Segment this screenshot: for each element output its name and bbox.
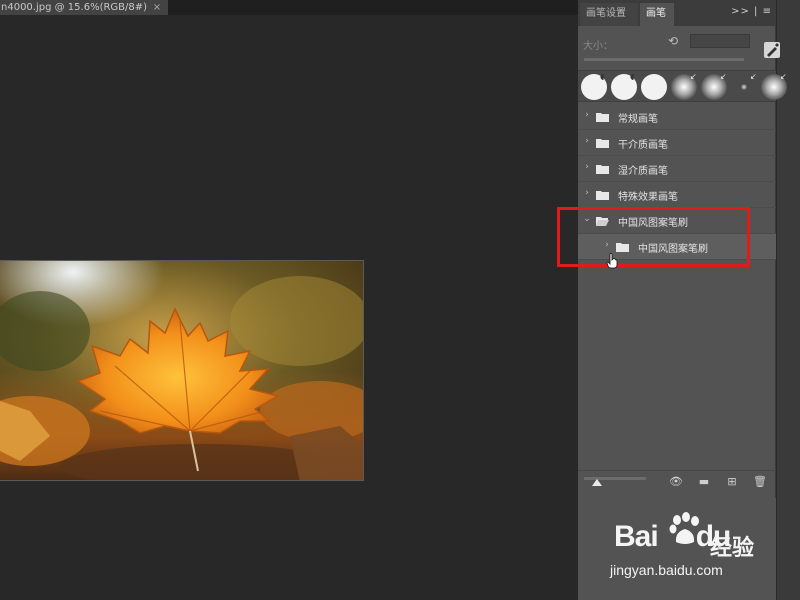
folder-label: 常规画笔 — [618, 114, 658, 125]
tab-brush-settings[interactable]: 画笔设置 — [580, 3, 638, 26]
chevron-right-icon[interactable]: › — [582, 110, 592, 120]
new-folder-icon[interactable]: ▬ — [696, 475, 712, 489]
brush-tip-hard-round[interactable]: ◖ — [581, 72, 607, 100]
chevron-right-icon[interactable]: › — [582, 188, 592, 198]
panel-bottom-toolbar: 👁 ▬ ⊞ 🗑 — [578, 470, 776, 492]
slider-thumb[interactable] — [592, 479, 602, 486]
hand-cursor-icon — [606, 253, 618, 269]
reset-icon[interactable]: ⟲ — [668, 34, 682, 48]
folder-row-wet-media[interactable]: › 湿介质画笔 — [578, 156, 776, 182]
brush-tip-tiny[interactable]: ↙ — [731, 72, 757, 100]
close-tab-icon[interactable]: × — [150, 0, 164, 15]
watermark-url: jingyan.baidu.com — [610, 562, 723, 578]
folder-icon — [596, 139, 609, 148]
eye-brush-icon[interactable]: 👁 — [668, 475, 684, 489]
folder-icon — [596, 165, 609, 174]
document-tab[interactable]: n4000.jpg @ 15.6%(RGB/8#) × — [0, 0, 168, 15]
watermark-logo-left: Bai — [614, 520, 659, 553]
folder-row-general[interactable]: › 常规画笔 — [578, 104, 776, 130]
document-tab-title: n4000.jpg @ 15.6%(RGB/8#) — [1, 2, 148, 13]
folder-label: 干介质画笔 — [618, 140, 668, 151]
document-tab-bar: n4000.jpg @ 15.6%(RGB/8#) × — [0, 0, 578, 15]
size-slider[interactable] — [584, 58, 744, 61]
brush-tip-soft-2[interactable]: ↙ — [701, 72, 727, 100]
new-brush-preset-icon[interactable]: ⊞ — [724, 475, 740, 489]
highlight-box — [557, 207, 750, 267]
baidu-paw-icon — [669, 512, 699, 544]
brush-tip-strip: ◖ ◖ ↙ ↙ ↙ ↙ — [578, 70, 787, 102]
watermark-cn-text: 经验 — [710, 536, 755, 561]
brush-size-row: 大小： ⟲ — [578, 30, 776, 66]
tab-brushes[interactable]: 画笔 — [640, 3, 674, 26]
folder-row-dry-media[interactable]: › 干介质画笔 — [578, 130, 776, 156]
chevron-right-icon[interactable]: › — [582, 162, 592, 172]
trash-icon[interactable]: 🗑 — [752, 475, 768, 489]
canvas-area[interactable] — [0, 15, 578, 600]
folder-label: 特殊效果画笔 — [618, 192, 678, 203]
folder-icon — [596, 191, 609, 200]
autumn-leaf-photo — [0, 260, 364, 481]
size-label: 大小： — [583, 41, 613, 52]
new-brush-icon[interactable] — [764, 42, 780, 58]
chevron-right-icon[interactable]: › — [582, 136, 592, 146]
panel-tab-bar: 画笔设置 画笔 >> | ≡ — [578, 0, 776, 26]
brush-tip-hard-round-2[interactable]: ◖ — [611, 72, 637, 100]
folder-icon — [596, 113, 609, 122]
size-input[interactable] — [690, 34, 750, 48]
baidu-watermark: Bai du 经验 jingyan.baidu.com — [610, 512, 780, 586]
panel-menu-icon[interactable]: >> | ≡ — [731, 6, 772, 17]
folder-row-special-effects[interactable]: › 特殊效果画笔 — [578, 182, 776, 208]
brush-tip-soft[interactable]: ↙ — [671, 72, 697, 100]
folder-label: 湿介质画笔 — [618, 166, 668, 177]
brush-tip-round[interactable] — [641, 74, 667, 100]
brush-tip-soft-3[interactable]: ↙ — [761, 72, 787, 100]
